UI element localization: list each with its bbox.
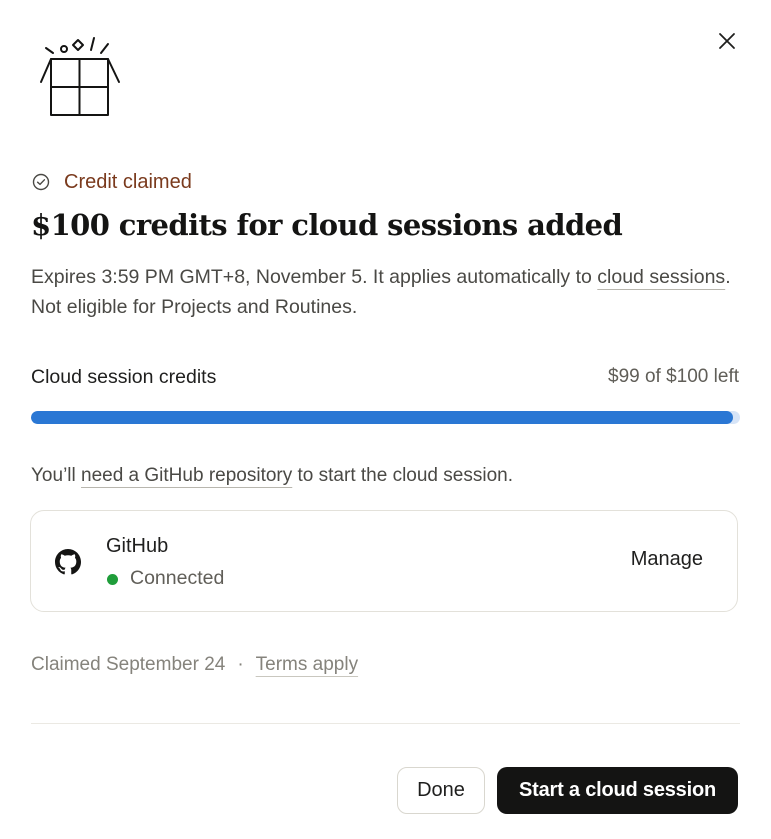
claim-meta: Claimed September 24 · Terms apply	[31, 654, 358, 676]
requirement-text-end: to start the cloud session.	[292, 465, 513, 486]
claimed-date: Claimed September 24	[31, 654, 226, 675]
manage-github-button[interactable]: Manage	[631, 548, 703, 571]
credits-label: Cloud session credits	[31, 366, 217, 388]
start-cloud-session-button[interactable]: Start a cloud session	[497, 767, 738, 814]
description-text: Expires 3:59 PM GMT+8, November 5. It ap…	[31, 266, 598, 288]
close-icon	[719, 33, 735, 49]
credits-progress-bar	[31, 411, 740, 424]
github-name: GitHub	[106, 535, 169, 557]
credit-claimed-dialog: Credit claimed $100 credits for cloud se…	[0, 0, 771, 839]
gift-box-icon	[40, 37, 120, 116]
connection-status: Connected	[130, 567, 225, 589]
expiry-description: Expires 3:59 PM GMT+8, November 5. It ap…	[31, 262, 731, 322]
connected-status-dot	[107, 574, 118, 585]
cloud-sessions-link[interactable]: cloud sessions	[597, 266, 725, 288]
credits-progress-fill	[31, 411, 733, 424]
dialog-title: $100 credits for cloud sessions added	[31, 208, 623, 242]
credits-remaining: $99 of $100 left	[608, 366, 739, 387]
close-button[interactable]	[712, 26, 742, 56]
meta-separator: ·	[237, 654, 244, 675]
github-requirement-text: You’ll need a GitHub repository to start…	[31, 465, 513, 487]
footer-divider	[31, 723, 740, 724]
github-connection-card: GitHub Connected Manage	[30, 510, 738, 612]
done-button[interactable]: Done	[397, 767, 485, 814]
credit-claimed-status: Credit claimed	[32, 168, 192, 196]
terms-apply-link[interactable]: Terms apply	[256, 654, 358, 676]
requirement-text: You’ll	[31, 465, 82, 486]
github-repository-link[interactable]: need a GitHub repository	[81, 465, 292, 486]
github-icon	[55, 549, 81, 575]
check-circle-icon	[32, 173, 50, 191]
credit-claimed-label: Credit claimed	[64, 170, 192, 193]
